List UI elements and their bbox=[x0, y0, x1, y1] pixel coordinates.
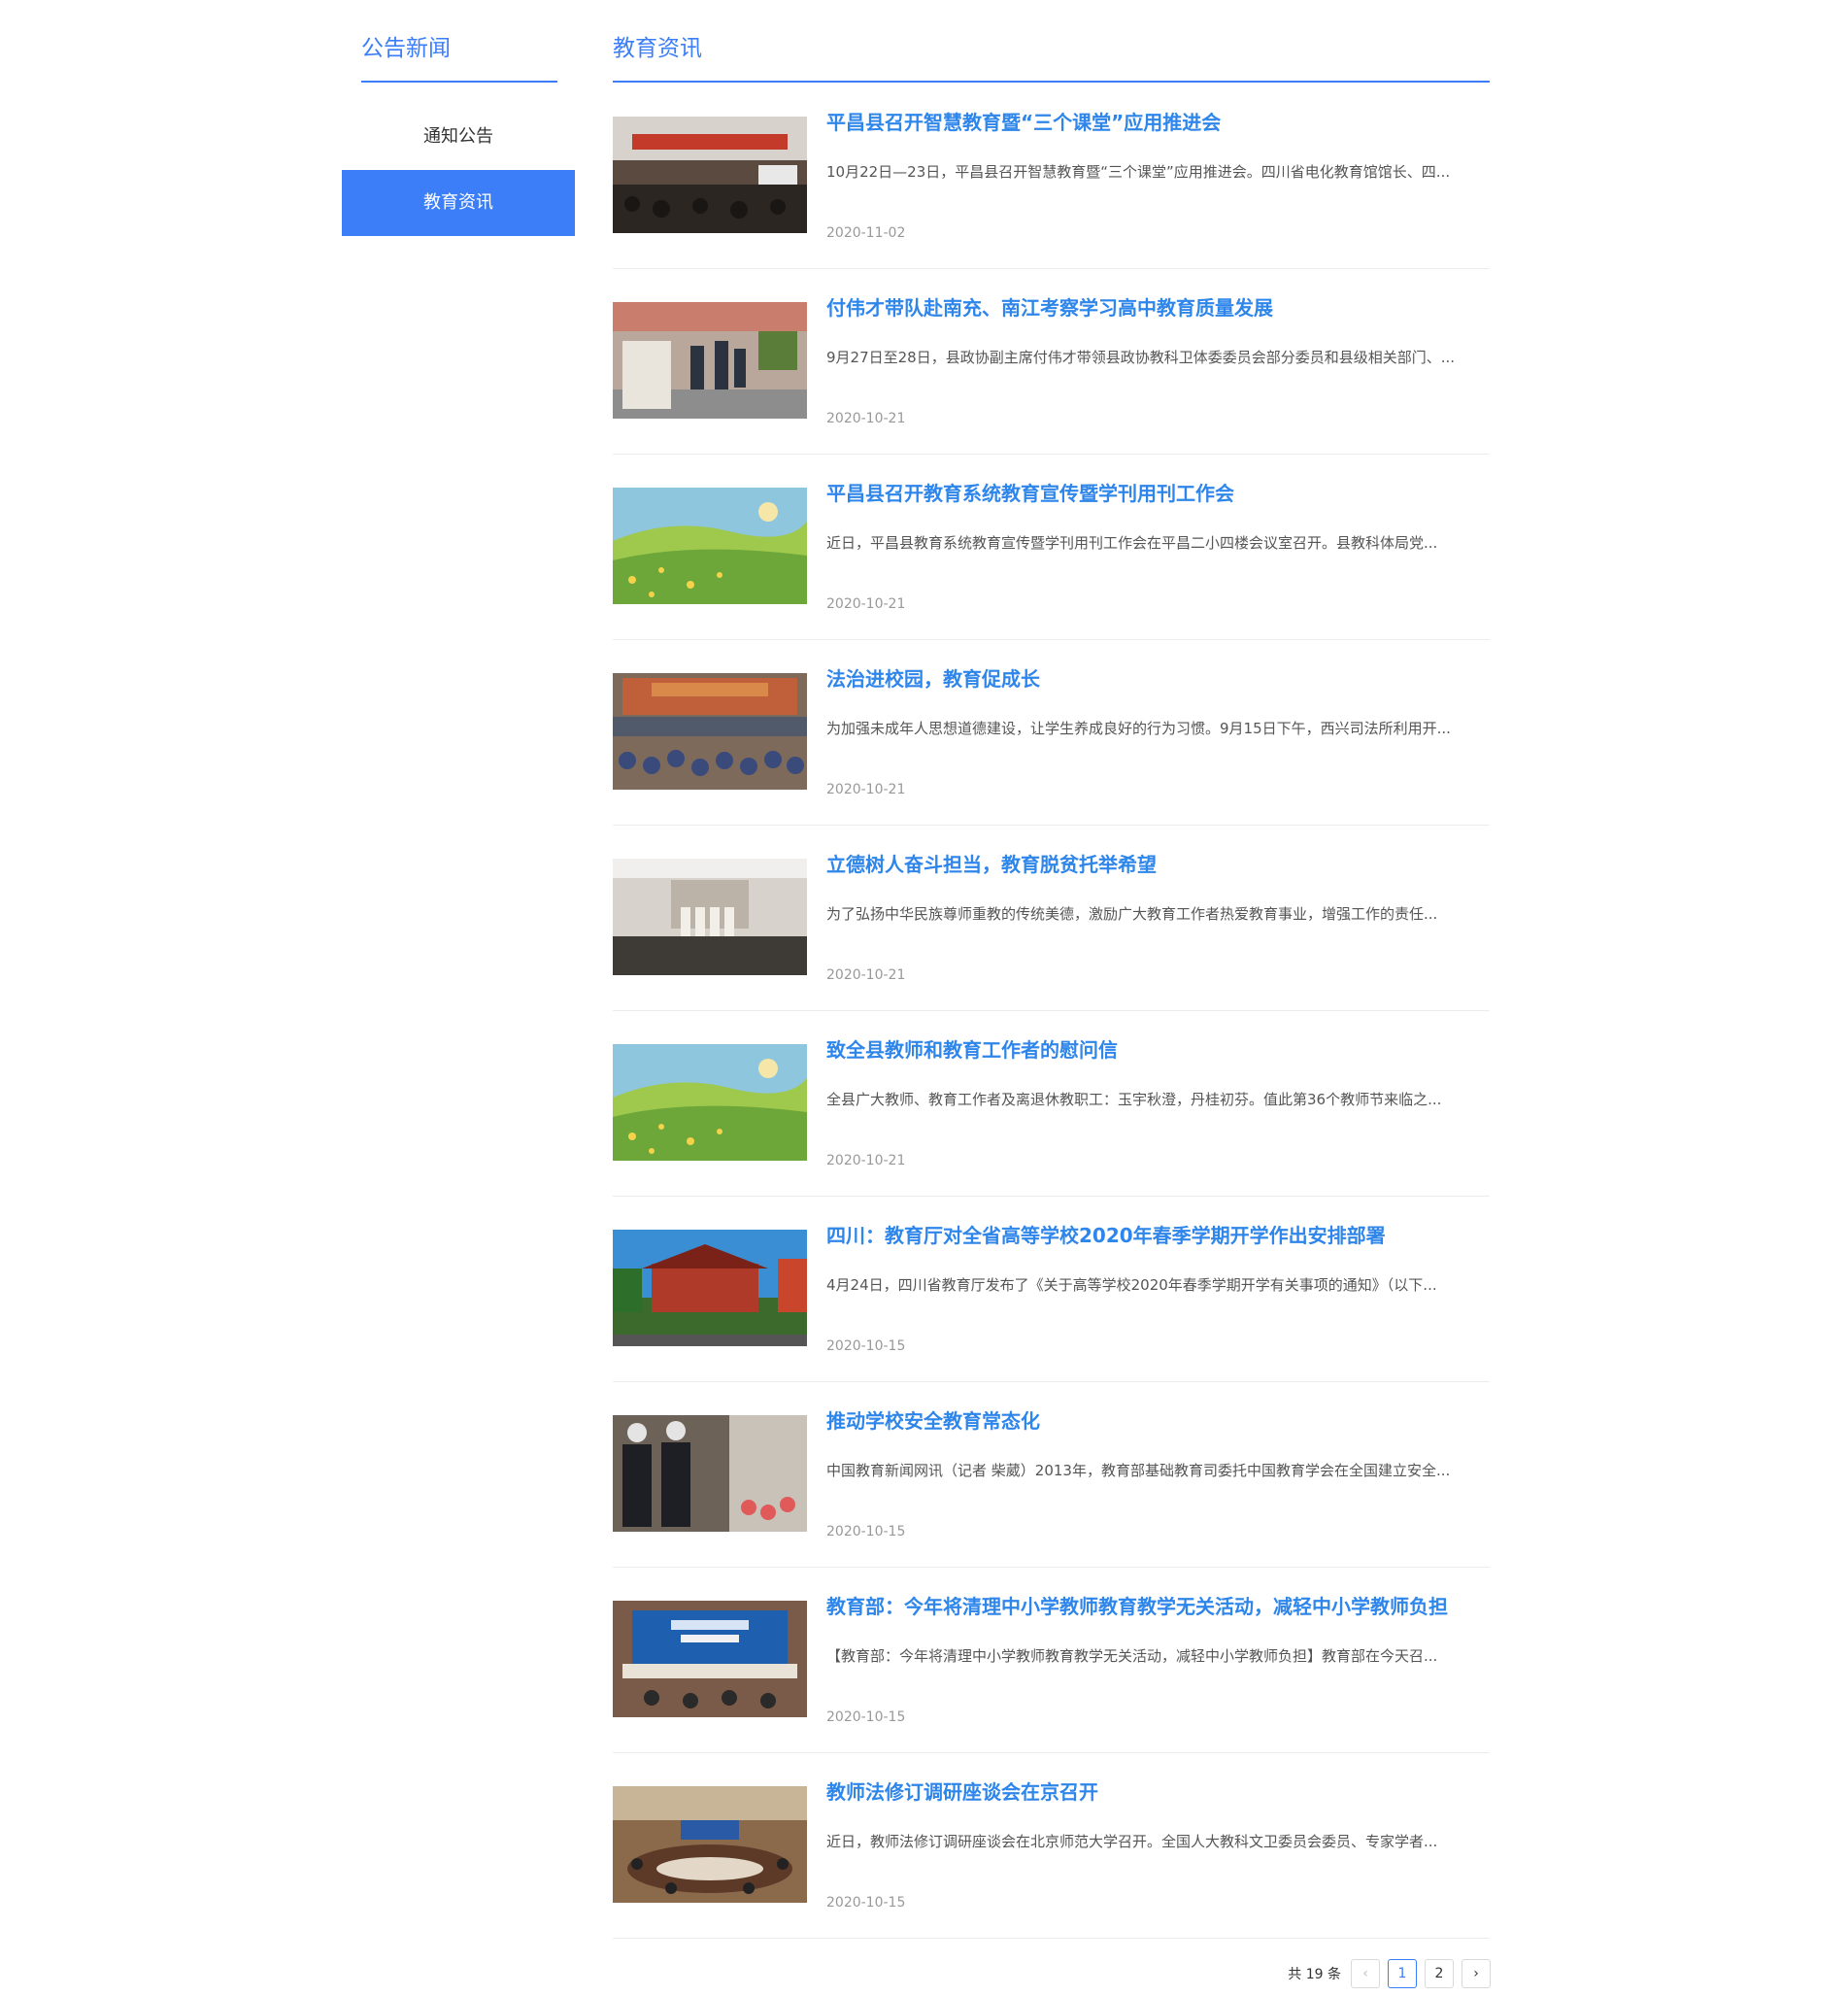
news-item[interactable]: 平昌县召开教育系统教育宣传暨学刊用刊工作会近日，平昌县教育系统教育宣传暨学刊用刊… bbox=[613, 455, 1490, 640]
news-thumbnail-image bbox=[613, 1415, 807, 1532]
news-date: 2020-10-15 bbox=[826, 1524, 906, 1539]
news-date: 2020-10-21 bbox=[826, 1153, 906, 1168]
chevron-left-icon: ‹ bbox=[1362, 1966, 1368, 1981]
news-item[interactable]: 立德树人奋斗担当，教育脱贫托举希望为了弘扬中华民族尊师重教的传统美德，激励广大教… bbox=[613, 826, 1490, 1011]
news-summary: 为加强未成年人思想道德建设，让学生养成良好的行为习惯。9月15日下午，西兴司法所… bbox=[826, 720, 1451, 737]
news-title-link[interactable]: 平昌县召开教育系统教育宣传暨学刊用刊工作会 bbox=[826, 478, 1487, 506]
news-thumbnail[interactable] bbox=[613, 488, 807, 604]
news-summary: 10月22日—23日，平昌县召开智慧教育暨“三个课堂”应用推进会。四川省电化教育… bbox=[826, 163, 1451, 181]
news-item[interactable]: 教师法修订调研座谈会在京召开近日，教师法修订调研座谈会在北京师范大学召开。全国人… bbox=[613, 1753, 1490, 1939]
page-title: 教育资讯 bbox=[613, 36, 702, 61]
news-thumbnail[interactable] bbox=[613, 1415, 807, 1532]
news-item[interactable]: 付伟才带队赴南充、南江考察学习高中教育质量发展 9月27日至28日，县政协副主席付… bbox=[613, 269, 1490, 455]
pagination: 共 19 条 ‹ 1 2 › bbox=[1288, 1958, 1491, 1989]
next-page-button[interactable]: › bbox=[1462, 1959, 1491, 1988]
news-title-link[interactable]: 四川：教育厅对全省高等学校2020年春季学期开学作出安排部署 bbox=[826, 1220, 1487, 1248]
sidebar-item-education-news[interactable]: 教育资讯 bbox=[342, 170, 575, 236]
news-thumbnail[interactable] bbox=[613, 1044, 807, 1161]
news-thumbnail-image bbox=[613, 859, 807, 975]
news-title-link[interactable]: 付伟才带队赴南充、南江考察学习高中教育质量发展 bbox=[826, 292, 1487, 321]
page-2-button[interactable]: 2 bbox=[1425, 1959, 1454, 1988]
news-summary: 近日，平昌县教育系统教育宣传暨学刊用刊工作会在平昌二小四楼会议室召开。县教科体局… bbox=[826, 534, 1438, 552]
news-title-link[interactable]: 法治进校园，教育促成长 bbox=[826, 663, 1487, 692]
news-thumbnail-image bbox=[613, 302, 807, 419]
news-thumbnail-image bbox=[613, 673, 807, 790]
news-item[interactable]: 法治进校园，教育促成长为加强未成年人思想道德建设，让学生养成良好的行为习惯。9月… bbox=[613, 640, 1490, 826]
news-title-link[interactable]: 致全县教师和教育工作者的慰问信 bbox=[826, 1034, 1487, 1063]
news-thumbnail-image bbox=[613, 1230, 807, 1346]
news-title-link[interactable]: 平昌县召开智慧教育暨“三个课堂”应用推进会 bbox=[826, 107, 1487, 135]
news-summary: 为了弘扬中华民族尊师重教的传统美德，激励广大教育工作者热爱教育事业，增强工作的责… bbox=[826, 905, 1438, 923]
news-date: 2020-11-02 bbox=[826, 225, 906, 241]
news-thumbnail[interactable] bbox=[613, 302, 807, 419]
news-thumbnail-image bbox=[613, 1601, 807, 1717]
sidebar-divider bbox=[361, 81, 557, 83]
news-thumbnail-image bbox=[613, 488, 807, 604]
news-thumbnail[interactable] bbox=[613, 859, 807, 975]
news-thumbnail-image bbox=[613, 1786, 807, 1903]
news-title-link[interactable]: 教育部：今年将清理中小学教师教育教学无关活动，减轻中小学教师负担 bbox=[826, 1591, 1487, 1619]
news-thumbnail[interactable] bbox=[613, 1601, 807, 1717]
news-date: 2020-10-15 bbox=[826, 1709, 906, 1725]
sidebar-title: 公告新闻 bbox=[361, 36, 451, 61]
news-list: 平昌县召开智慧教育暨“三个课堂”应用推进会 10月22日—23日，平昌县召开智慧教… bbox=[613, 84, 1490, 1939]
news-thumbnail[interactable] bbox=[613, 1786, 807, 1903]
news-thumbnail[interactable] bbox=[613, 117, 807, 233]
chevron-right-icon: › bbox=[1473, 1966, 1479, 1981]
news-item[interactable]: 致全县教师和教育工作者的慰问信全县广大教师、教育工作者及离退休教职工：玉宇秋澄，… bbox=[613, 1011, 1490, 1197]
page-1-button[interactable]: 1 bbox=[1388, 1959, 1417, 1988]
news-summary: 【教育部：今年将清理中小学教师教育教学无关活动，减轻中小学教师负担】教育部在今天… bbox=[826, 1647, 1438, 1665]
news-summary: 全县广大教师、教育工作者及离退休教职工：玉宇秋澄，丹桂初芬。值此第36个教师节来… bbox=[826, 1091, 1442, 1108]
news-summary: 9月27日至28日，县政协副主席付伟才带领县政协教科卫体委委员会部分委员和县级相… bbox=[826, 349, 1456, 366]
news-item[interactable]: 推动学校安全教育常态化中国教育新闻网讯（记者 柴葳）2013年，教育部基础教育司… bbox=[613, 1382, 1490, 1568]
total-count: 共 19 条 bbox=[1288, 1967, 1341, 1982]
news-title-link[interactable]: 推动学校安全教育常态化 bbox=[826, 1405, 1487, 1434]
news-date: 2020-10-15 bbox=[826, 1895, 906, 1911]
news-title-link[interactable]: 教师法修订调研座谈会在京召开 bbox=[826, 1776, 1487, 1805]
sidebar-item-notices[interactable]: 通知公告 bbox=[342, 104, 575, 170]
news-thumbnail-image bbox=[613, 117, 807, 233]
prev-page-button[interactable]: ‹ bbox=[1351, 1959, 1380, 1988]
news-summary: 中国教育新闻网讯（记者 柴葳）2013年，教育部基础教育司委托中国教育学会在全国… bbox=[826, 1462, 1451, 1479]
title-divider bbox=[613, 81, 1490, 83]
news-date: 2020-10-21 bbox=[826, 782, 906, 797]
news-summary: 4月24日，四川省教育厅发布了《关于高等学校2020年春季学期开学有关事项的通知… bbox=[826, 1276, 1437, 1294]
news-date: 2020-10-21 bbox=[826, 596, 906, 612]
news-item[interactable]: 平昌县召开智慧教育暨“三个课堂”应用推进会 10月22日—23日，平昌县召开智慧教… bbox=[613, 84, 1490, 269]
news-date: 2020-10-15 bbox=[826, 1338, 906, 1354]
news-summary: 近日，教师法修订调研座谈会在北京师范大学召开。全国人大教科文卫委员会委员、专家学… bbox=[826, 1833, 1438, 1850]
news-item[interactable]: 四川：教育厅对全省高等学校2020年春季学期开学作出安排部署 4月24日，四川省教… bbox=[613, 1197, 1490, 1382]
news-title-link[interactable]: 立德树人奋斗担当，教育脱贫托举希望 bbox=[826, 849, 1487, 877]
news-thumbnail-image bbox=[613, 1044, 807, 1161]
news-date: 2020-10-21 bbox=[826, 967, 906, 983]
news-date: 2020-10-21 bbox=[826, 411, 906, 426]
news-thumbnail[interactable] bbox=[613, 673, 807, 790]
news-item[interactable]: 教育部：今年将清理中小学教师教育教学无关活动，减轻中小学教师负担【教育部：今年将… bbox=[613, 1568, 1490, 1753]
news-thumbnail[interactable] bbox=[613, 1230, 807, 1346]
